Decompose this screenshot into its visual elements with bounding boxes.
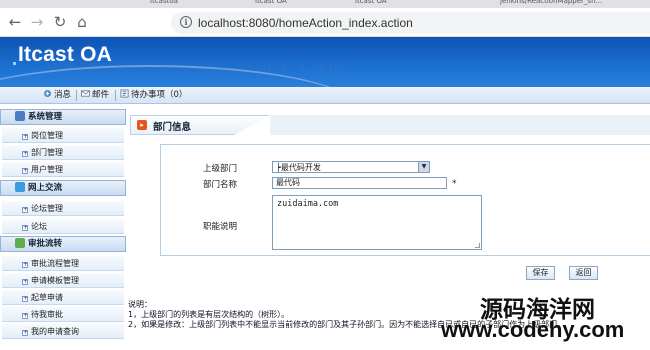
todo-label: 待办事项（0） xyxy=(131,90,188,100)
sidebar-item-departments[interactable]: + 部门管理 xyxy=(2,145,124,160)
watermark-site: weixunyan.zuidaima.com xyxy=(48,56,348,75)
sidebar-item-label: 论坛管理 xyxy=(31,204,63,213)
department-name-label: 部门名称 xyxy=(203,180,238,190)
sidebar-item-label: 论坛 xyxy=(31,222,47,231)
messages-link[interactable]: 消息 xyxy=(43,89,71,102)
page-title: 部门信息 xyxy=(153,122,192,133)
expand-plus-icon: + xyxy=(22,224,29,231)
parent-department-select[interactable]: ┝最代码开发 ▼ xyxy=(272,161,430,173)
sidebar: 系统管理 + 岗位管理 + 部门管理 + 用户管理 网上交流 + 论坛管理 + 论坛 审批… xyxy=(0,106,126,350)
chevron-down-icon[interactable]: ▼ xyxy=(418,162,429,172)
sidebar-item-template-management[interactable]: + 申请模板管理 xyxy=(2,273,124,288)
expand-plus-icon: + xyxy=(22,206,29,213)
save-button[interactable]: 保存 xyxy=(526,266,555,280)
toolbar-divider xyxy=(76,90,77,101)
sidebar-group-label: 审批流转 xyxy=(28,239,63,249)
url-text[interactable]: localhost:8080/homeAction_index.action xyxy=(198,16,413,30)
sidebar-group-label: 网上交流 xyxy=(28,183,63,193)
sidebar-group-label: 系统管理 xyxy=(28,112,63,122)
browser-toolbar: ← → ↻ ⌂ i localhost:8080/homeAction_inde… xyxy=(0,8,650,37)
messages-icon xyxy=(43,89,52,98)
mail-label: 邮件 xyxy=(92,90,110,100)
title-tab-slant xyxy=(234,115,270,135)
sidebar-item-my-applications[interactable]: + 我的申请查询 xyxy=(2,324,124,339)
home-icon[interactable]: ⌂ xyxy=(72,12,92,32)
todo-icon xyxy=(120,89,129,98)
sidebar-item-label: 待我审批 xyxy=(31,310,63,319)
browser-tab[interactable]: itcast OA xyxy=(355,0,387,8)
sidebar-item-draft-application[interactable]: + 起草申请 xyxy=(2,290,124,305)
messages-label: 消息 xyxy=(54,90,72,100)
description-label: 职能说明 xyxy=(203,222,238,232)
address-bar[interactable]: i localhost:8080/homeAction_index.action xyxy=(171,12,650,34)
expand-plus-icon: + xyxy=(22,278,29,285)
department-name-input[interactable]: 最代码 xyxy=(272,177,447,189)
title-arrow-icon: ▸ xyxy=(137,120,147,130)
sidebar-item-label: 用户管理 xyxy=(31,165,63,174)
back-button[interactable]: 返回 xyxy=(569,266,598,280)
logo-dot xyxy=(13,62,16,65)
reload-icon[interactable]: ↻ xyxy=(50,12,70,32)
sidebar-item-label: 审批流程管理 xyxy=(31,259,79,268)
browser-tab[interactable]: Itcast OA xyxy=(255,0,287,8)
sidebar-item-forum[interactable]: + 论坛 xyxy=(2,219,124,234)
expand-plus-icon: + xyxy=(22,261,29,268)
system-management-icon xyxy=(15,111,25,121)
online-exchange-icon xyxy=(15,182,25,192)
sidebar-item-pending-approval[interactable]: + 待我审批 xyxy=(2,307,124,322)
forward-arrow-icon[interactable]: → xyxy=(27,12,47,32)
resize-grip-icon[interactable] xyxy=(475,243,480,248)
sidebar-item-positions[interactable]: + 岗位管理 xyxy=(2,128,124,143)
sidebar-group-forum[interactable]: 网上交流 xyxy=(0,180,126,196)
sidebar-item-label: 我的申请查询 xyxy=(31,327,79,336)
mail-icon xyxy=(81,90,90,97)
watermark-url: www.codehy.com xyxy=(441,317,625,342)
sidebar-group-approval[interactable]: 审批流转 xyxy=(0,236,126,252)
page-title-bar: ▸ 部门信息 xyxy=(130,115,650,135)
site-info-icon[interactable]: i xyxy=(180,16,192,28)
expand-plus-icon: + xyxy=(22,295,29,302)
sidebar-item-users[interactable]: + 用户管理 xyxy=(2,162,124,177)
expand-plus-icon: + xyxy=(22,312,29,319)
description-value: zuidaima.com xyxy=(277,199,339,209)
sidebar-item-label: 起草申请 xyxy=(31,293,63,302)
sidebar-item-label: 申请模板管理 xyxy=(31,276,79,285)
browser-tab[interactable]: jenkins/ReactionMapper_sh... xyxy=(500,0,602,8)
app-toolbar: 消息 邮件 待办事项（0） xyxy=(0,87,650,104)
required-mark: * xyxy=(452,179,457,189)
approval-flow-icon xyxy=(15,238,25,248)
parent-department-value: ┝最代码开发 xyxy=(276,163,321,172)
sidebar-item-forum-management[interactable]: + 论坛管理 xyxy=(2,201,124,216)
expand-plus-icon: + xyxy=(22,167,29,174)
expand-plus-icon: + xyxy=(22,329,29,336)
sidebar-group-system[interactable]: 系统管理 xyxy=(0,109,126,125)
description-textarea[interactable]: zuidaima.com xyxy=(272,195,482,250)
mail-link[interactable]: 邮件 xyxy=(81,89,109,102)
todo-link[interactable]: 待办事项（0） xyxy=(120,89,187,102)
back-arrow-icon[interactable]: ← xyxy=(5,12,25,32)
expand-plus-icon: + xyxy=(22,133,29,140)
sidebar-item-label: 部门管理 xyxy=(31,148,63,157)
department-form: 上级部门 ┝最代码开发 ▼ 部门名称 最代码 * 职能说明 zuidaima.c… xyxy=(160,144,650,256)
expand-plus-icon: + xyxy=(22,150,29,157)
parent-department-label: 上级部门 xyxy=(203,164,238,174)
sidebar-item-label: 岗位管理 xyxy=(31,131,63,140)
toolbar-divider xyxy=(115,90,116,101)
browser-tab-strip: Itcastoa Itcast OA itcast OA jenkins/Rea… xyxy=(0,0,650,8)
sidebar-item-process-management[interactable]: + 审批流程管理 xyxy=(2,256,124,271)
browser-tab[interactable]: Itcastoa xyxy=(150,0,178,8)
